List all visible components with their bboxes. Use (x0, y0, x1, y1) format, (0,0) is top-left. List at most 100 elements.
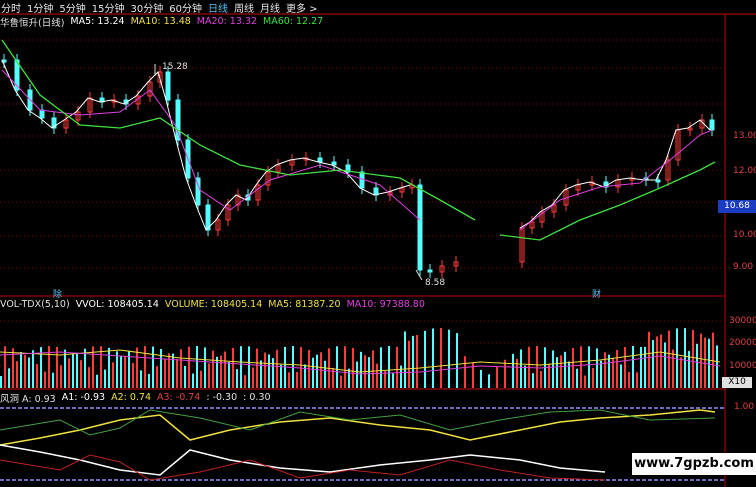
volume-bar-7 (28, 357, 30, 388)
volume-bar-17 (68, 358, 70, 388)
y-tick-9: 9.00 (733, 262, 754, 272)
volume-bar-4 (16, 361, 18, 388)
finance-marker[interactable]: 财 (592, 287, 601, 300)
volume-bar-18 (72, 354, 74, 388)
volume-bar-128 (512, 353, 514, 388)
volume-bar-42 (168, 353, 170, 388)
volume-bar-133 (532, 373, 534, 388)
low-arrow (415, 269, 423, 281)
volume-bar-8 (32, 350, 34, 388)
volume-bar-166 (664, 342, 666, 388)
volume-bar-5 (20, 352, 22, 388)
volume-legend: VOL-TDX(5,10) VVOL: 108405.14 VOLUME: 1084… (0, 298, 425, 311)
volume-bar-94 (376, 363, 378, 388)
volume-bar-27 (108, 347, 110, 388)
volume-bar-66 (264, 352, 266, 388)
volume-bar-84 (336, 346, 338, 388)
candle-body-36 (417, 184, 423, 271)
candle-body-56 (709, 119, 715, 131)
volume-bar-171 (684, 328, 686, 388)
volume-bar-62 (248, 346, 250, 388)
main-legend: 华鲁恒升(日线) MA5: 13.24 MA10: 13.48 MA20: 13.32… (0, 15, 323, 29)
volume-bar-57 (228, 361, 230, 388)
current-price-tag: 10.68 (718, 200, 756, 213)
volume_panel-item-2: VOLUME: 108405.14 (164, 299, 263, 310)
volume-bar-142 (568, 361, 570, 388)
volume-bar-25 (100, 346, 102, 388)
volume-bar-138 (552, 350, 554, 388)
volume-bar-13 (52, 372, 54, 388)
volume-bar-99 (396, 346, 398, 388)
volume-bar-20 (80, 360, 82, 388)
volume-bar-43 (172, 353, 174, 388)
main_panel-item-1: MA5: 13.24 (70, 16, 125, 27)
volume-bar-122 (488, 374, 490, 388)
volume-bar-101 (404, 331, 406, 388)
volume-bar-59 (236, 369, 238, 388)
volume-bar-22 (88, 367, 90, 388)
volume-bar-126 (504, 359, 506, 388)
volume-bar-89 (356, 361, 358, 388)
y-tick-13: 13.00 (733, 131, 756, 141)
volume-bar-70 (280, 364, 282, 388)
candle-body-31 (359, 171, 365, 189)
volume-bar-92 (368, 357, 370, 388)
volume-bar-104 (416, 335, 418, 388)
volume-bar-79 (316, 354, 318, 388)
volume-bar-69 (276, 349, 278, 388)
volume-bar-37 (148, 373, 150, 388)
volume-bar-47 (188, 346, 190, 388)
volume-bar-54 (216, 356, 218, 388)
volume-bar-16 (64, 349, 66, 388)
volume-bar-65 (260, 360, 262, 388)
candle-body-14 (165, 71, 171, 101)
volume-bar-179 (716, 345, 718, 388)
volume-bar-86 (344, 346, 346, 388)
volume-bar-97 (388, 346, 390, 388)
vol-tick-30000: 30000 (729, 316, 756, 326)
volume-bar-60 (240, 346, 242, 388)
volume-bar-163 (652, 340, 654, 388)
volume-bar-145 (580, 346, 582, 388)
volume-bar-152 (608, 354, 610, 388)
volume-bar-140 (560, 355, 562, 388)
volume-bar-0 (0, 376, 2, 388)
volume-bar-81 (324, 360, 326, 388)
volume-bar-120 (480, 369, 482, 388)
volume-bar-175 (700, 333, 702, 388)
volume-bar-176 (704, 337, 706, 388)
volume-bar-11 (44, 371, 46, 388)
volume-bar-68 (272, 358, 274, 388)
volume-bar-15 (60, 365, 62, 388)
volume-bar-112 (448, 329, 450, 388)
volume-bar-33 (132, 362, 134, 388)
watermark: www.7gpzb.com (632, 453, 756, 475)
vol-tick-20000: 20000 (729, 338, 756, 348)
volume-bar-38 (152, 346, 154, 388)
candle-body-3 (39, 109, 45, 119)
candle-body-37 (427, 269, 433, 273)
y-tick-10: 10.00 (733, 230, 756, 240)
volume-bar-53 (212, 350, 214, 388)
ind-a2-line (0, 409, 716, 446)
volume-bar-9 (36, 364, 38, 388)
ex-dividend-marker[interactable]: 除 (53, 287, 62, 300)
volume-bar-149 (596, 348, 598, 388)
volume-bar-148 (592, 367, 594, 388)
main_panel-item-0: 华鲁恒升(日线) (0, 17, 65, 29)
volume-bar-129 (516, 358, 518, 388)
volume-bar-36 (144, 346, 146, 388)
volume-bar-41 (164, 359, 166, 388)
indicator_panel-item-2: A2: 0.74 (111, 392, 151, 403)
volume-bar-177 (708, 338, 710, 388)
low-price-label: 8.58 (425, 278, 446, 288)
volume-bar-170 (680, 357, 682, 388)
volume-bar-151 (604, 352, 606, 388)
volume-bar-21 (84, 348, 86, 388)
volume-bar-139 (556, 357, 558, 388)
volume-bar-67 (268, 354, 270, 388)
volume-bar-162 (648, 331, 650, 388)
volume-bar-50 (200, 370, 202, 388)
volume-bar-161 (644, 346, 646, 388)
volume-multiplier: X10 (722, 377, 752, 388)
